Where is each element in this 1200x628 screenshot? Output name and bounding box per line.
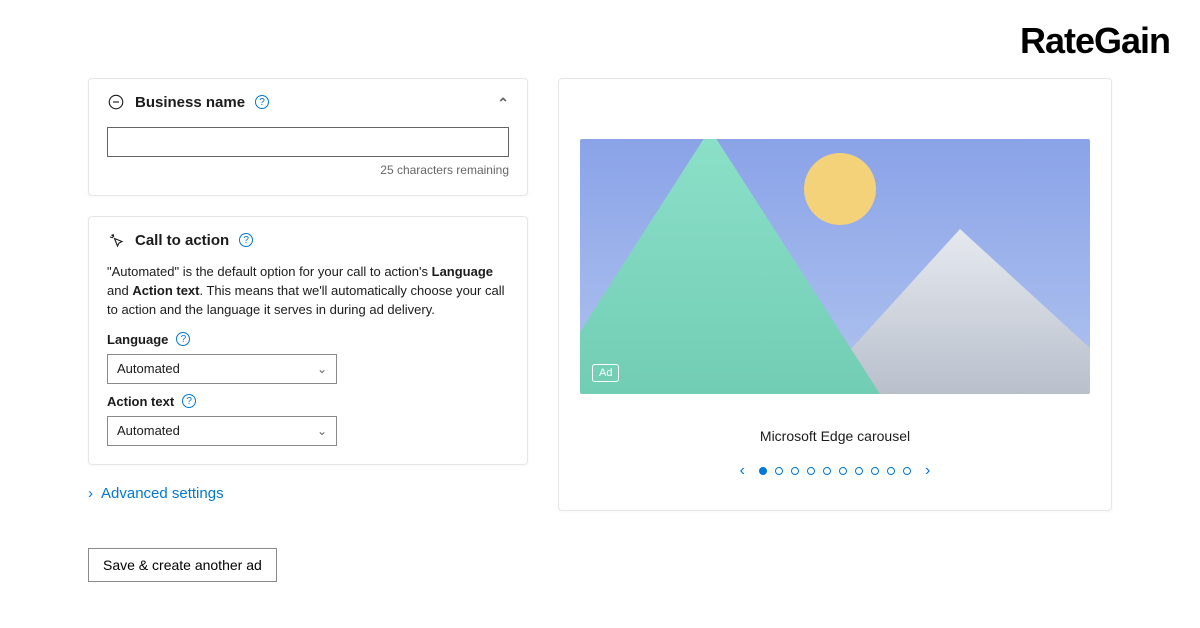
carousel-nav: ‹ › <box>559 462 1111 480</box>
help-icon[interactable]: ? <box>239 233 253 247</box>
chevron-right-icon: › <box>88 485 93 502</box>
language-select[interactable]: Automated ⌄ <box>107 354 337 384</box>
action-text-label: Action text ? <box>107 394 509 409</box>
action-text-value: Automated <box>117 423 180 438</box>
language-value: Automated <box>117 361 180 376</box>
business-name-card: Business name ? ⌃ 25 characters remainin… <box>88 78 528 196</box>
char-remaining-label: 25 characters remaining <box>107 163 509 177</box>
carousel-dot[interactable] <box>839 467 847 475</box>
brand-logo: RateGain <box>1020 20 1170 62</box>
ad-preview-image: Ad <box>580 139 1090 394</box>
cursor-click-icon <box>107 231 125 249</box>
carousel-dot[interactable] <box>903 467 911 475</box>
business-name-title: Business name <box>135 94 245 111</box>
carousel-dot[interactable] <box>775 467 783 475</box>
cta-description: "Automated" is the default option for yo… <box>107 263 509 320</box>
ad-badge: Ad <box>592 364 619 382</box>
business-name-icon <box>107 93 125 111</box>
carousel-next-button[interactable]: › <box>919 462 936 480</box>
help-icon[interactable]: ? <box>182 394 196 408</box>
chevron-up-icon[interactable]: ⌃ <box>497 95 509 112</box>
save-create-another-button[interactable]: Save & create another ad <box>88 548 277 582</box>
carousel-dot[interactable] <box>855 467 863 475</box>
action-text-select[interactable]: Automated ⌄ <box>107 416 337 446</box>
chevron-down-icon: ⌄ <box>317 424 327 438</box>
carousel-dot[interactable] <box>871 467 879 475</box>
carousel-dot[interactable] <box>823 467 831 475</box>
preview-panel: Ad Microsoft Edge carousel ‹ › <box>558 78 1112 511</box>
help-icon[interactable]: ? <box>176 332 190 346</box>
form-column: Business name ? ⌃ 25 characters remainin… <box>88 78 528 502</box>
business-name-input[interactable] <box>107 127 509 157</box>
advanced-settings-link[interactable]: › Advanced settings <box>88 485 528 502</box>
carousel-prev-button[interactable]: ‹ <box>734 462 751 480</box>
call-to-action-card: Call to action ? "Automated" is the defa… <box>88 216 528 465</box>
preview-caption: Microsoft Edge carousel <box>559 428 1111 444</box>
language-label: Language ? <box>107 332 509 347</box>
cta-header: Call to action ? <box>107 231 509 249</box>
chevron-down-icon: ⌄ <box>317 362 327 376</box>
business-name-header[interactable]: Business name ? ⌃ <box>107 93 509 111</box>
help-icon[interactable]: ? <box>255 95 269 109</box>
carousel-dot[interactable] <box>759 467 767 475</box>
carousel-dot[interactable] <box>887 467 895 475</box>
carousel-dot[interactable] <box>791 467 799 475</box>
cta-title: Call to action <box>135 232 229 249</box>
carousel-dot[interactable] <box>807 467 815 475</box>
